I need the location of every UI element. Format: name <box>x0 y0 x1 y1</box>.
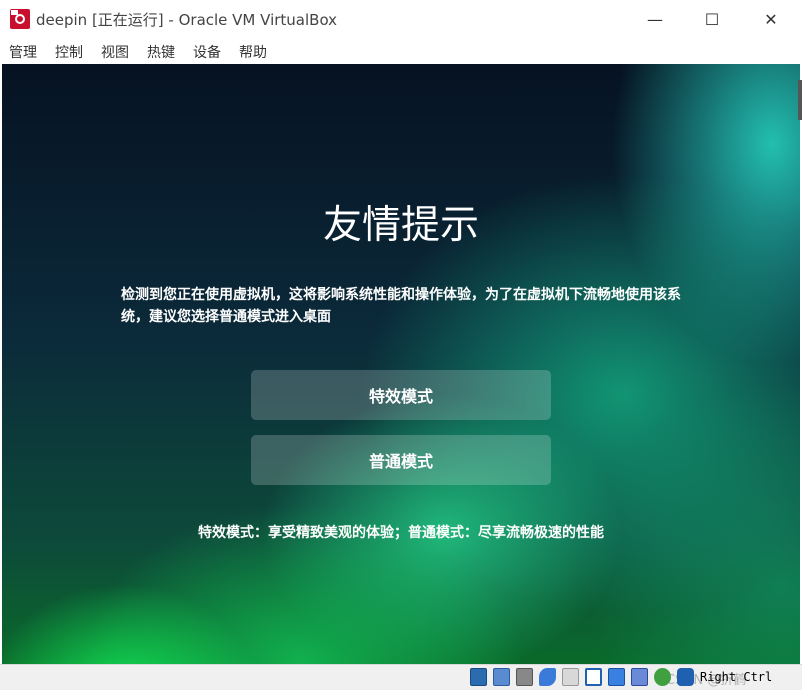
menu-help[interactable]: 帮助 <box>239 42 267 62</box>
video-capture-icon[interactable] <box>631 668 648 686</box>
menu-view[interactable]: 视图 <box>101 42 129 62</box>
usb-icon[interactable] <box>562 668 579 686</box>
host-key-label: Right Ctrl <box>700 670 773 684</box>
maximize-icon: ☐ <box>704 9 720 29</box>
maximize-button[interactable]: ☐ <box>689 0 735 38</box>
effects-mode-button[interactable]: 特效模式 <box>251 370 551 420</box>
audio-icon[interactable] <box>516 668 533 686</box>
vm-warning-text: 检测到您正在使用虚拟机，这将影响系统性能和操作体验，为了在虚拟机下流畅地使用该系… <box>121 287 681 325</box>
menu-hotkeys[interactable]: 热键 <box>147 42 175 62</box>
host-edge-strip <box>798 80 802 120</box>
close-icon: ✕ <box>764 9 778 29</box>
normal-mode-button[interactable]: 普通模式 <box>251 435 551 485</box>
minimize-button[interactable]: — <box>632 0 678 38</box>
menu-control[interactable]: 控制 <box>55 42 83 62</box>
menu-devices[interactable]: 设备 <box>193 42 221 62</box>
window-titlebar[interactable]: deepin [正在运行] - Oracle VM VirtualBox — ☐… <box>0 0 802 38</box>
dialog-heading: 友情提示 <box>322 203 479 248</box>
network-icon[interactable] <box>539 668 556 686</box>
close-button[interactable]: ✕ <box>748 0 794 38</box>
optical-drive-icon[interactable] <box>493 668 510 686</box>
shared-folders-icon[interactable] <box>585 668 602 686</box>
menu-bar: 管理 控制 视图 热键 设备 帮助 <box>0 38 802 64</box>
mouse-integration-icon[interactable] <box>677 668 694 686</box>
virtualization-icon[interactable] <box>654 668 671 686</box>
mode-hint-text: 特效模式：享受精致美观的体验；普通模式：尽享流畅极速的性能 <box>198 525 604 541</box>
vm-status-bar: CSDN @折鹤 Right Ctrl <box>0 664 802 690</box>
vm-guest-screen[interactable]: 友情提示 检测到您正在使用虚拟机，这将影响系统性能和操作体验，为了在虚拟机下流畅… <box>2 64 800 664</box>
menu-manage[interactable]: 管理 <box>9 42 37 62</box>
virtualbox-app-icon[interactable] <box>10 9 30 29</box>
display-icon[interactable] <box>608 668 625 686</box>
minimize-icon: — <box>647 9 663 29</box>
hard-disk-icon[interactable] <box>470 668 487 686</box>
window-title: deepin [正在运行] - Oracle VM VirtualBox <box>36 11 338 29</box>
